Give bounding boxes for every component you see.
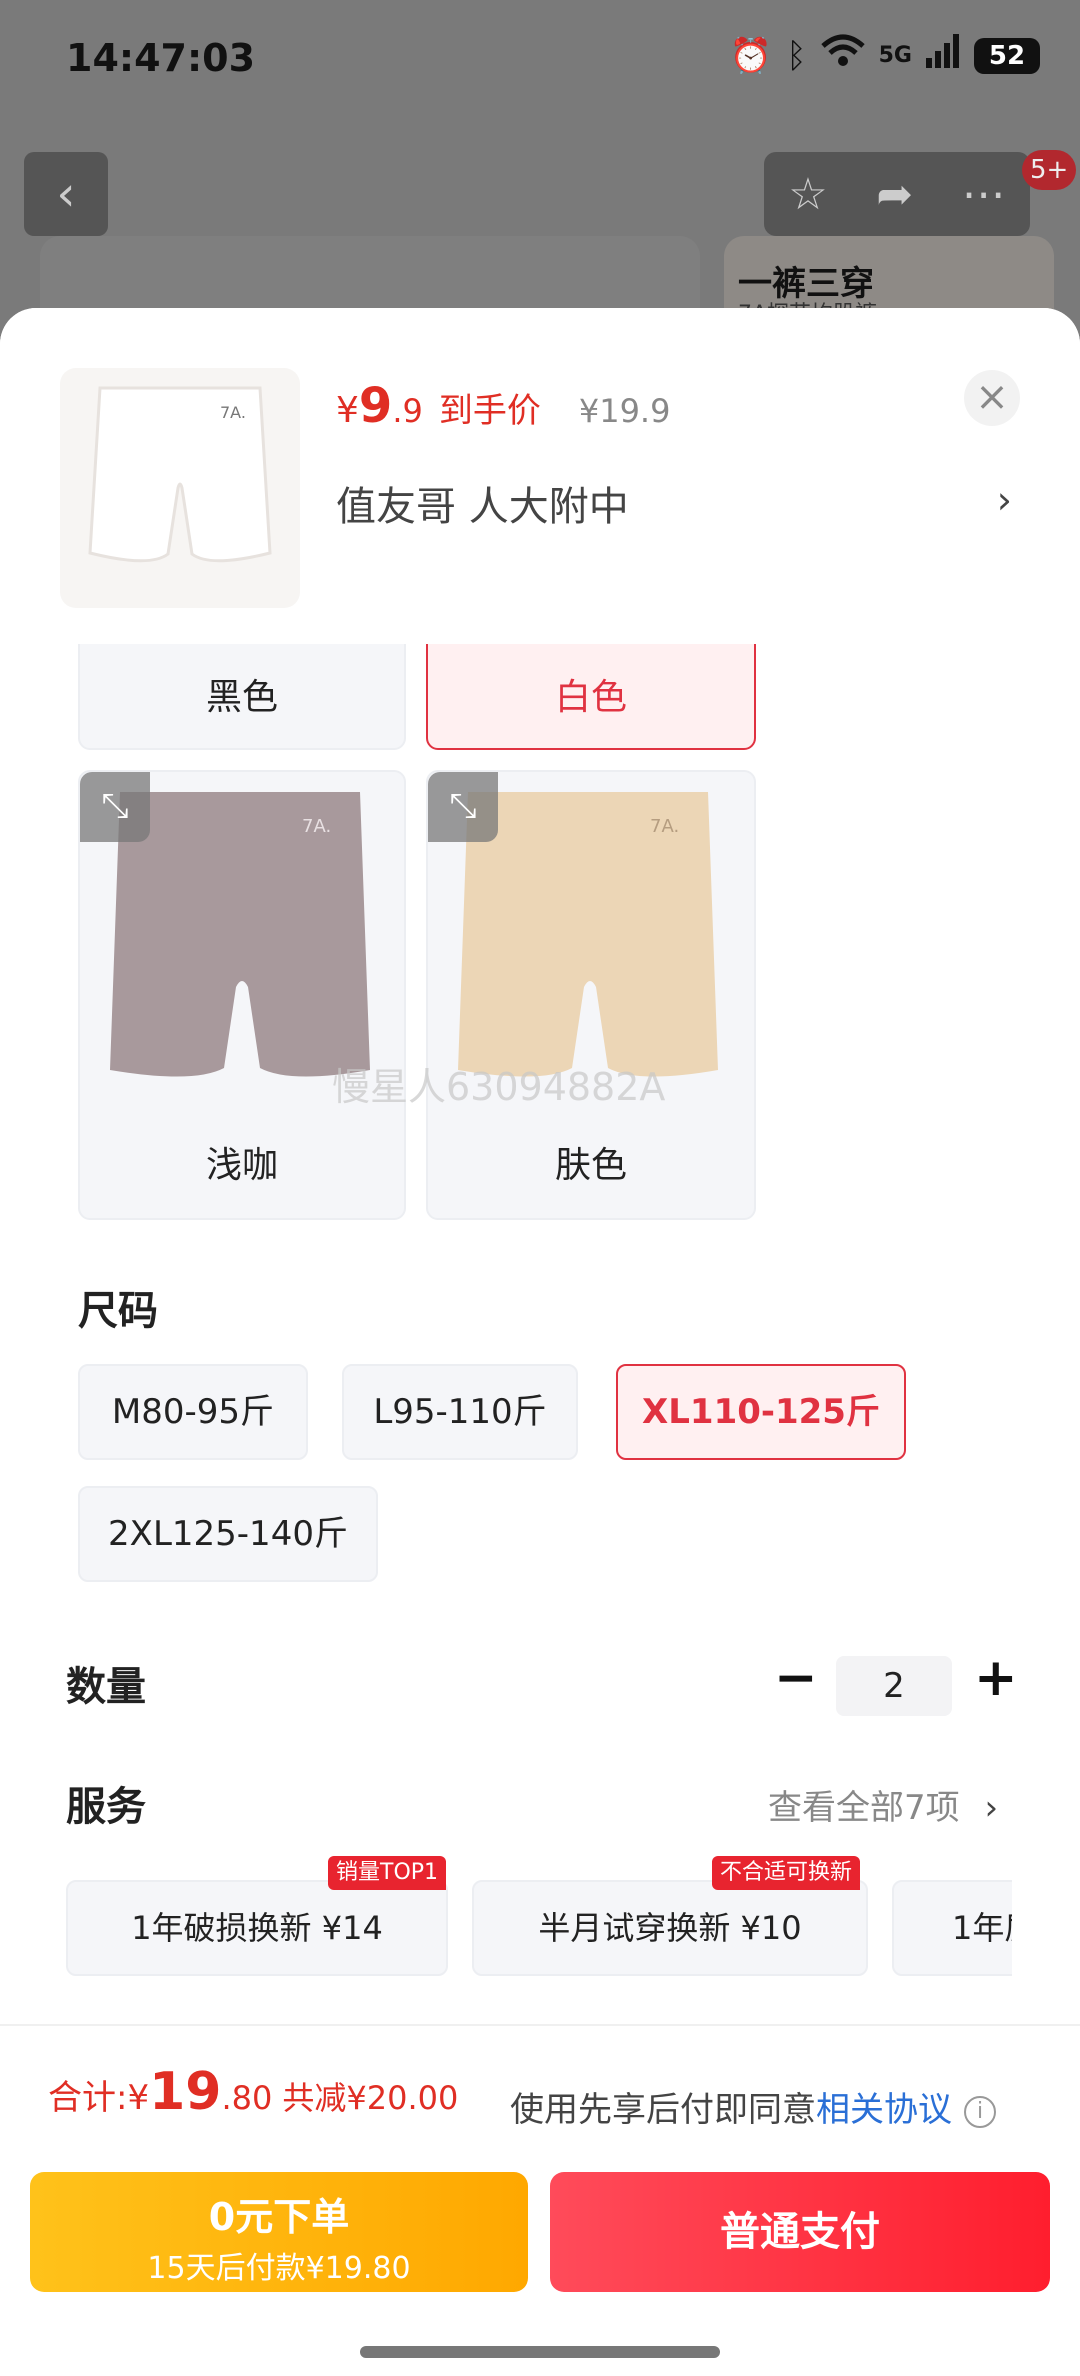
quantity-value[interactable]: 2 <box>836 1656 952 1716</box>
service-title: 服务 <box>66 1784 146 1830</box>
size-option-2xl[interactable]: 2XL125-140斤 <box>78 1486 378 1582</box>
price-integer: 9 <box>358 378 393 434</box>
original-price: ¥19.9 <box>578 392 671 430</box>
bluetooth-icon: ᛒ <box>786 35 807 76</box>
share-icon[interactable]: ➦ <box>876 169 913 220</box>
size-option-l[interactable]: L95-110斤 <box>342 1364 578 1460</box>
color-label: 黑色 <box>205 677 278 718</box>
discount-amount: 共减¥20.00 <box>282 2079 459 2117</box>
service-option-1[interactable]: 1年破损换新 ¥14 <box>66 1880 448 1976</box>
size-title: 尺码 <box>78 1288 158 1334</box>
message-badge: 5+ <box>1022 150 1077 190</box>
chevron-right-icon[interactable]: › <box>997 478 1012 522</box>
size-option-xl[interactable]: XL110-125斤 <box>616 1364 906 1460</box>
scroll-fade <box>1012 1808 1080 2008</box>
bnpl-title: 0元下单 <box>208 2195 350 2239</box>
see-all-label: 查看全部7项 <box>768 1788 960 1828</box>
quantity-plus-button[interactable]: + <box>974 1648 1018 1708</box>
battery-icon: 52 <box>974 37 1040 74</box>
expand-icon[interactable]: ⤡ <box>80 772 150 842</box>
sheet-header: 7A. ¥ 9 .9 到手价 ¥19.9 值友哥 人大附中 › × <box>0 308 1080 644</box>
sheet-content: 黑色 白色 7A. ⤡ 浅咖 7A. ⤡ 肤色 慢星人63094882A 尺码 … <box>30 604 1080 2024</box>
color-label: 白色 <box>554 677 627 718</box>
signal-icon <box>926 34 960 77</box>
chevron-right-icon: › <box>984 1788 999 1828</box>
quantity-minus-button[interactable]: − <box>774 1648 818 1708</box>
see-all-services-link[interactable]: 查看全部7项 › <box>768 1780 998 1829</box>
total-integer: 19 <box>149 2062 222 2122</box>
agreement-text: 使用先享后付即同意相关协议 i <box>510 2082 996 2131</box>
service-option-2[interactable]: 半月试穿换新 ¥10 <box>472 1880 868 1976</box>
status-time: 14:47:03 <box>66 36 256 80</box>
normal-pay-button[interactable]: 普通支付 <box>550 2172 1050 2292</box>
agreement-link[interactable]: 相关协议 <box>816 2090 952 2130</box>
svg-text:7A.: 7A. <box>302 816 331 837</box>
price-row: ¥ 9 .9 到手价 ¥19.9 <box>336 378 670 434</box>
total-label: 合计: <box>48 2078 128 2118</box>
size-option-m[interactable]: M80-95斤 <box>78 1364 308 1460</box>
alarm-icon: ⏰ <box>729 35 773 76</box>
expand-icon[interactable]: ⤡ <box>428 772 498 842</box>
price-currency: ¥ <box>336 390 359 431</box>
info-icon[interactable]: i <box>964 2095 996 2128</box>
home-indicator[interactable] <box>360 2346 720 2358</box>
watermark: 慢星人63094882A <box>332 1065 666 1109</box>
top-action-bar: ☆ ➦ ⋯ <box>764 152 1030 236</box>
color-label: 浅咖 <box>205 1145 278 1186</box>
total-currency: ¥ <box>127 2078 150 2118</box>
status-icons: ⏰ ᛒ 5G 52 <box>730 34 1040 77</box>
svg-text:7A.: 7A. <box>220 403 246 422</box>
back-button[interactable]: ‹ <box>24 152 108 236</box>
star-icon[interactable]: ☆ <box>788 169 827 220</box>
checkout-footer: 合计: ¥ 19 .80 共减¥20.00 使用先享后付即同意相关协议 i 0元下… <box>0 2024 1080 2376</box>
quantity-title: 数量 <box>66 1664 146 1710</box>
buy-now-pay-later-button[interactable]: 0元下单 15天后付款¥19.80 <box>30 2172 528 2292</box>
color-option-skin[interactable]: 7A. ⤡ 肤色 <box>426 770 756 1220</box>
product-thumbnail[interactable]: 7A. <box>60 368 300 608</box>
seller-name[interactable]: 值友哥 人大附中 <box>336 474 629 532</box>
wifi-icon <box>820 34 865 77</box>
price-label: 到手价 <box>438 391 541 431</box>
svg-text:7A.: 7A. <box>650 816 679 837</box>
more-icon[interactable]: ⋯ <box>962 169 1006 220</box>
service-tag: 不合适可换新 <box>712 1856 861 1890</box>
total-row: 合计: ¥ 19 .80 共减¥20.00 <box>48 2062 458 2122</box>
close-button[interactable]: × <box>964 370 1020 426</box>
color-option-light-brown[interactable]: 7A. ⤡ 浅咖 <box>78 770 406 1220</box>
service-tag: 销量TOP1 <box>328 1856 447 1890</box>
bnpl-subtitle: 15天后付款¥19.80 <box>147 2251 411 2286</box>
price-decimal: .9 <box>392 392 423 430</box>
agreement-prefix: 使用先享后付即同意 <box>510 2090 816 2130</box>
network-label: 5G <box>878 43 912 68</box>
total-decimal: .80 <box>221 2079 273 2117</box>
color-label: 肤色 <box>554 1145 627 1186</box>
status-bar: 14:47:03 ⏰ ᛒ 5G 52 <box>0 0 1080 120</box>
